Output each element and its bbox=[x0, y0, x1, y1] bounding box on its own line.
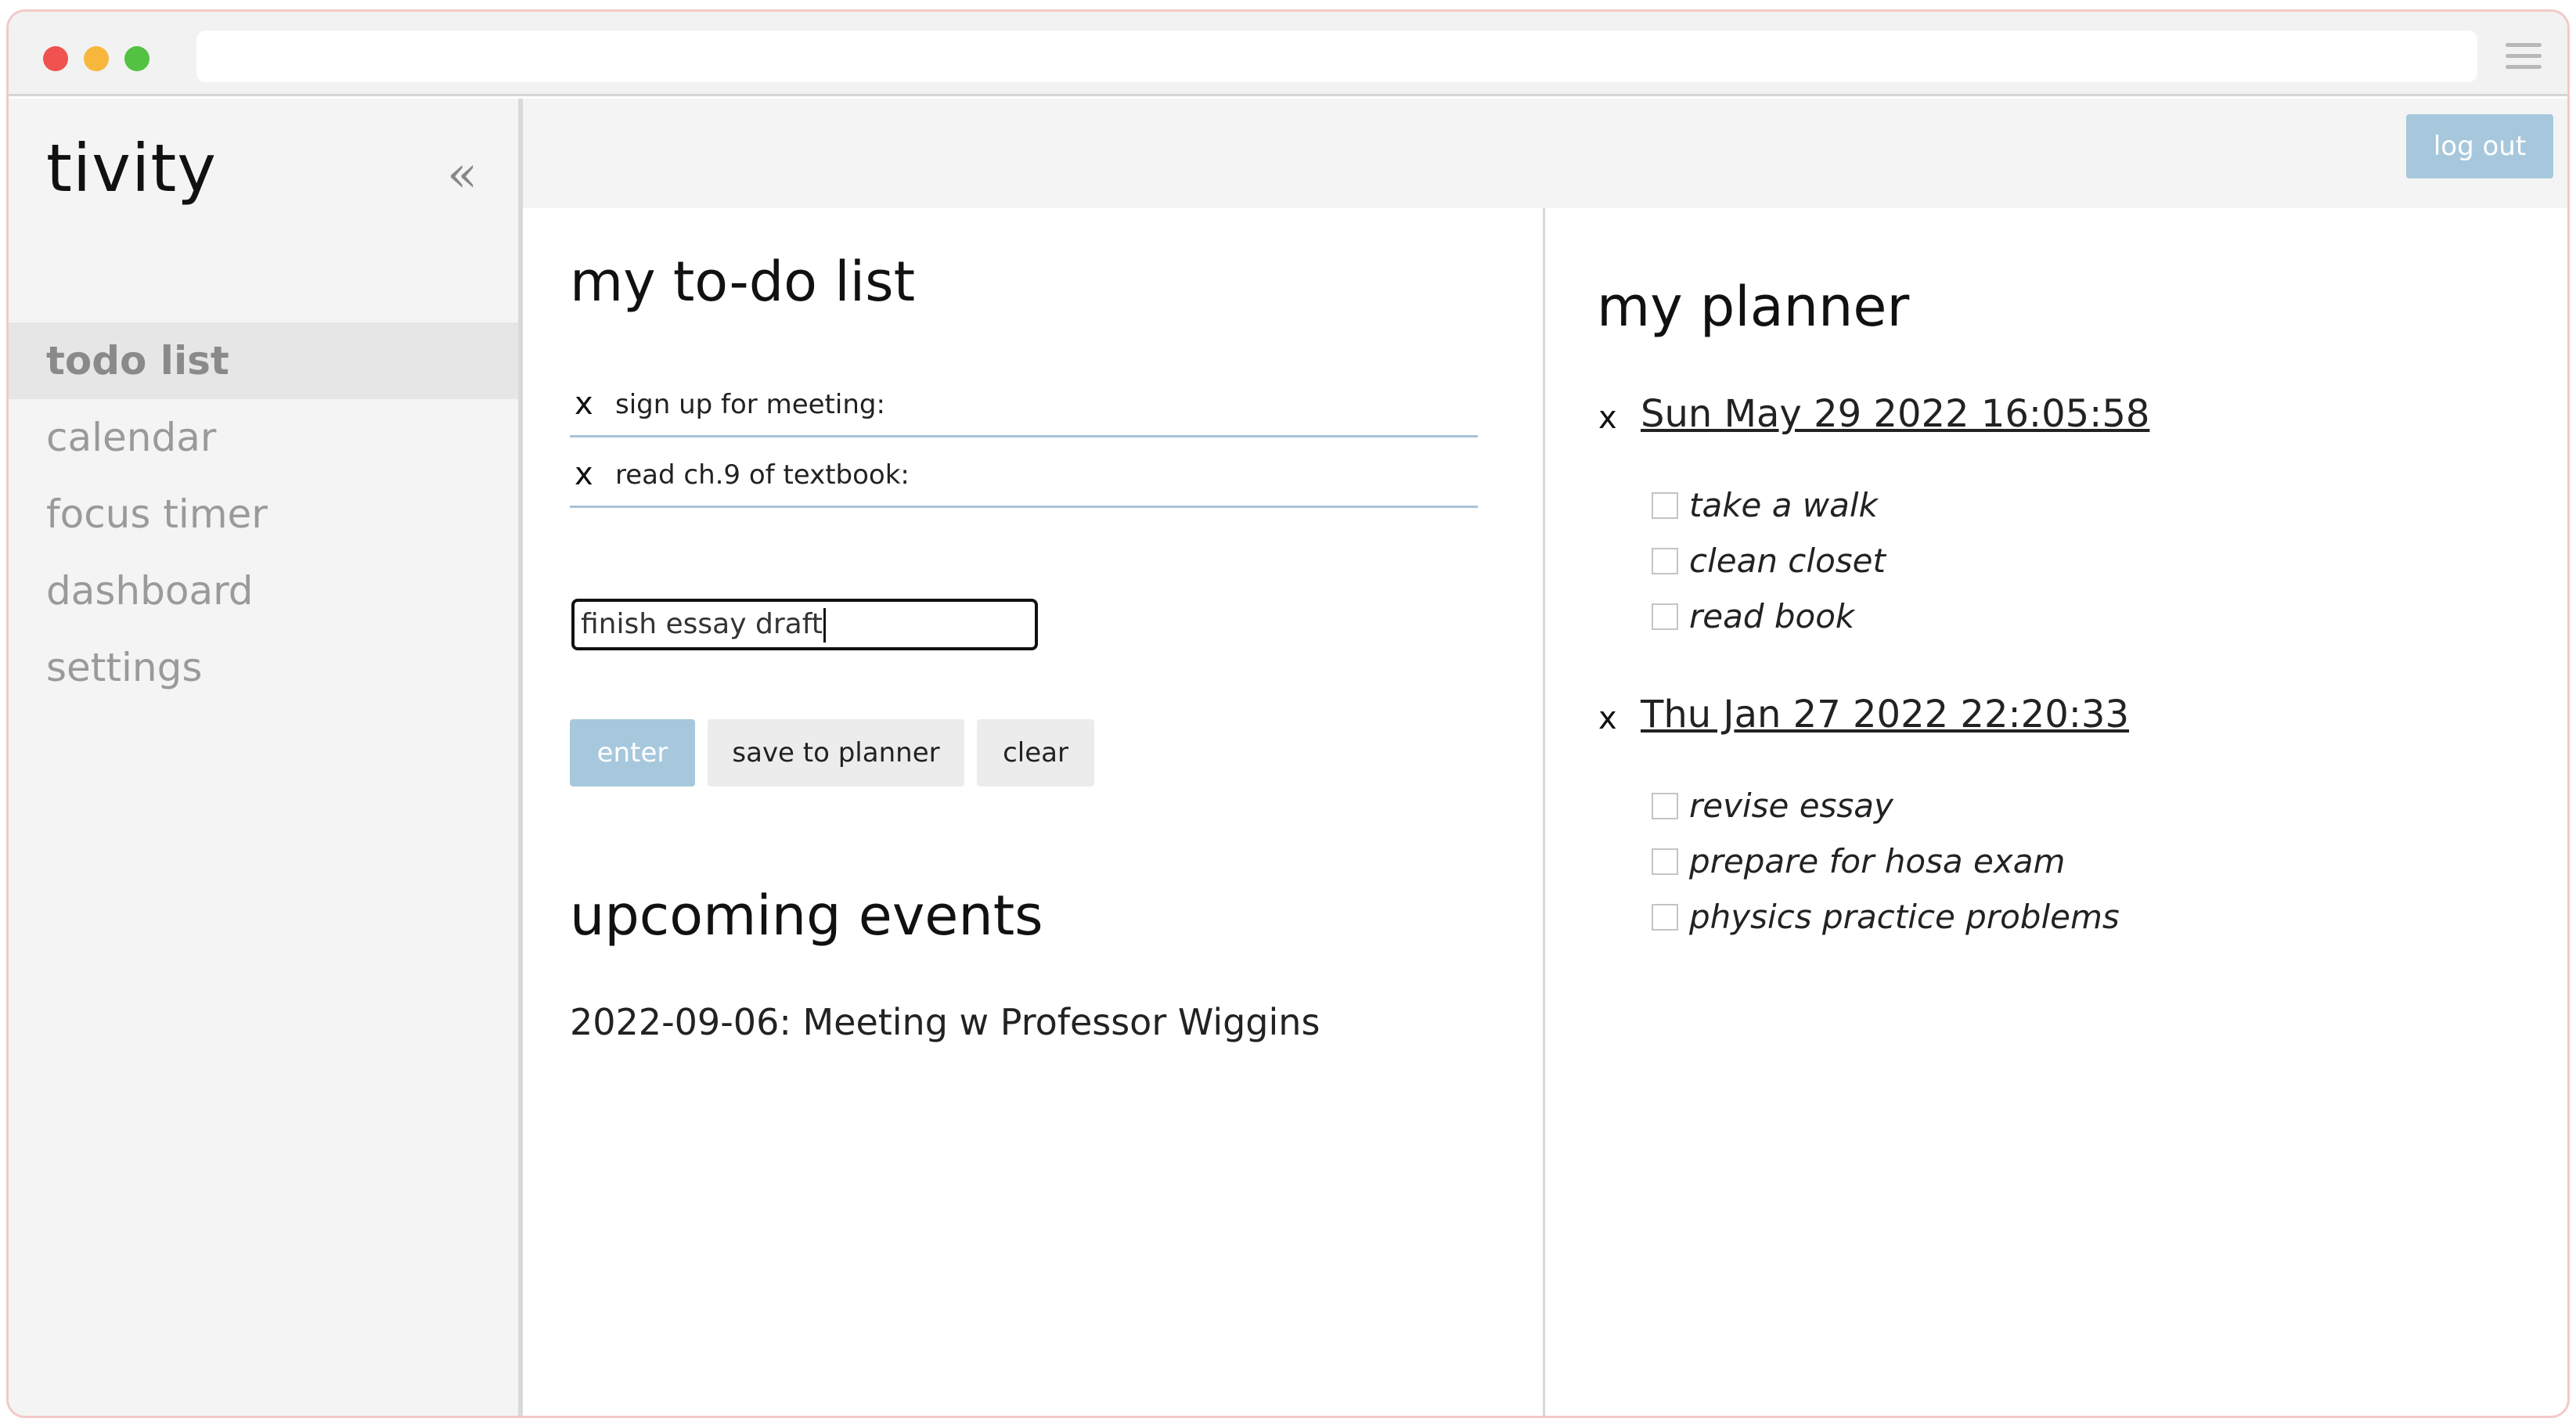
enter-button[interactable]: enter bbox=[570, 719, 695, 787]
address-bar[interactable] bbox=[196, 31, 2477, 82]
close-window-button[interactable] bbox=[43, 46, 68, 71]
hamburger-menu-icon[interactable] bbox=[2506, 43, 2542, 71]
task-label: prepare for hosa exam bbox=[1689, 842, 2066, 880]
sidebar: tivity « todo list calendar focus timer … bbox=[9, 99, 523, 1416]
task-checkbox[interactable] bbox=[1652, 793, 1678, 819]
task-label: read book bbox=[1689, 597, 1855, 635]
upcoming-events-title: upcoming events bbox=[570, 884, 1043, 948]
top-bar: log out bbox=[523, 99, 2567, 208]
task-label: physics practice problems bbox=[1689, 898, 2120, 936]
remove-todo-icon[interactable]: x bbox=[575, 386, 593, 422]
planner-date-link[interactable]: Sun May 29 2022 16:05:58 bbox=[1641, 392, 2149, 436]
remove-todo-icon[interactable]: x bbox=[575, 456, 593, 492]
todo-list: x sign up for meeting: x read ch.9 of te… bbox=[570, 367, 1478, 508]
task-label: revise essay bbox=[1689, 787, 1893, 825]
sidebar-item-calendar[interactable]: calendar bbox=[9, 399, 518, 476]
todo-input[interactable]: finish essay draft bbox=[571, 599, 1038, 650]
planner-date-link[interactable]: Thu Jan 27 2022 22:20:33 bbox=[1641, 693, 2129, 736]
todo-item-text: read ch.9 of textbook: bbox=[615, 459, 910, 491]
sidebar-item-todo-list[interactable]: todo list bbox=[9, 322, 518, 399]
remove-planner-group-icon[interactable]: x bbox=[1598, 700, 1617, 736]
task-checkbox[interactable] bbox=[1652, 548, 1678, 574]
maximize-window-button[interactable] bbox=[124, 46, 150, 71]
app-logo: tivity bbox=[46, 130, 217, 207]
task-checkbox[interactable] bbox=[1652, 603, 1678, 630]
todo-item: x sign up for meeting: bbox=[570, 367, 1478, 437]
title-bar bbox=[9, 12, 2567, 96]
event-item: 2022-09-06: Meeting w Professor Wiggins bbox=[570, 1001, 1320, 1043]
task-label: take a walk bbox=[1689, 486, 1878, 524]
logout-button[interactable]: log out bbox=[2406, 114, 2553, 178]
browser-window: tivity « todo list calendar focus timer … bbox=[6, 9, 2570, 1418]
clear-button[interactable]: clear bbox=[977, 719, 1094, 787]
sidebar-item-dashboard[interactable]: dashboard bbox=[9, 553, 518, 629]
task-checkbox[interactable] bbox=[1652, 492, 1678, 519]
text-caret bbox=[823, 608, 826, 643]
minimize-window-button[interactable] bbox=[84, 46, 109, 71]
todo-title: my to-do list bbox=[570, 250, 916, 314]
planner-title: my planner bbox=[1597, 275, 1910, 339]
task-checkbox[interactable] bbox=[1652, 904, 1678, 931]
task-checkbox[interactable] bbox=[1652, 848, 1678, 875]
save-to-planner-button[interactable]: save to planner bbox=[708, 719, 964, 787]
sidebar-item-settings[interactable]: settings bbox=[9, 629, 518, 706]
remove-planner-group-icon[interactable]: x bbox=[1598, 400, 1617, 436]
collapse-sidebar-icon[interactable]: « bbox=[447, 146, 477, 203]
todo-item: x read ch.9 of textbook: bbox=[570, 437, 1478, 508]
todo-input-value: finish essay draft bbox=[581, 608, 823, 640]
task-label: clean closet bbox=[1689, 542, 1886, 580]
sidebar-item-focus-timer[interactable]: focus timer bbox=[9, 476, 518, 553]
column-divider bbox=[1543, 208, 1545, 1416]
todo-item-text: sign up for meeting: bbox=[615, 389, 885, 420]
sidebar-nav: todo list calendar focus timer dashboard… bbox=[9, 322, 518, 706]
